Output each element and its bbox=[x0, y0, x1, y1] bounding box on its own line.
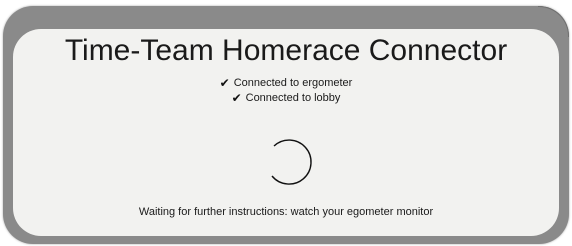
status-label: Connected to lobby bbox=[245, 92, 341, 104]
page-title: Time-Team Homerace Connector bbox=[64, 34, 508, 67]
status-item-lobby: ✔ Connected to lobby bbox=[0, 91, 572, 106]
connection-status-list: ✔ Connected to ergometer ✔ Connected to … bbox=[0, 76, 572, 106]
check-icon: ✔ bbox=[231, 91, 242, 105]
status-message: Waiting for further instructions: watch … bbox=[138, 206, 434, 218]
status-item-ergometer: ✔ Connected to ergometer bbox=[0, 76, 572, 91]
status-label: Connected to ergometer bbox=[233, 77, 353, 89]
check-icon: ✔ bbox=[219, 76, 230, 90]
loading-spinner-icon bbox=[262, 136, 314, 188]
